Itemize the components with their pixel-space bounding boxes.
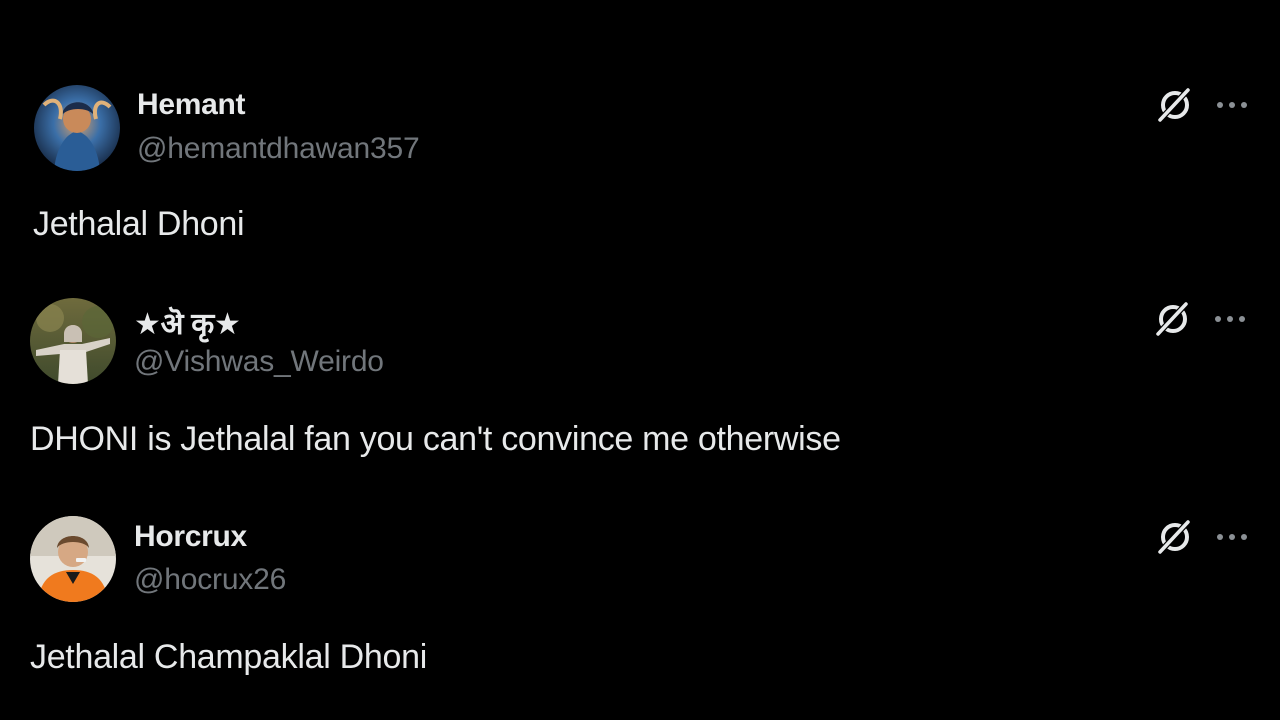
display-name[interactable]: ★ऄ कृ★ <box>134 302 241 343</box>
more-icon[interactable] <box>1210 309 1250 329</box>
post: Hemant @hemantdhawan357 Jethalal Dhoni <box>0 0 1280 243</box>
grok-icon[interactable] <box>1154 84 1194 124</box>
more-icon[interactable] <box>1212 527 1252 547</box>
avatar[interactable] <box>34 85 120 171</box>
avatar[interactable] <box>30 298 116 384</box>
grok-icon[interactable] <box>1154 516 1194 556</box>
user-handle[interactable]: @Vishwas_Weirdo <box>134 345 384 379</box>
display-name[interactable]: Horcrux <box>134 520 247 554</box>
post: Horcrux @hocrux26 Jethalal Champaklal Dh… <box>0 432 1280 676</box>
post-text: Jethalal Champaklal Dhoni <box>30 638 427 676</box>
grok-icon[interactable] <box>1152 298 1192 338</box>
display-name[interactable]: Hemant <box>137 88 246 122</box>
user-handle[interactable]: @hemantdhawan357 <box>137 132 420 166</box>
avatar[interactable] <box>30 516 116 602</box>
more-icon[interactable] <box>1212 95 1252 115</box>
user-handle[interactable]: @hocrux26 <box>134 563 286 597</box>
post: ★ऄ कृ★ @Vishwas_Weirdo DHONI is Jethalal… <box>0 214 1280 458</box>
